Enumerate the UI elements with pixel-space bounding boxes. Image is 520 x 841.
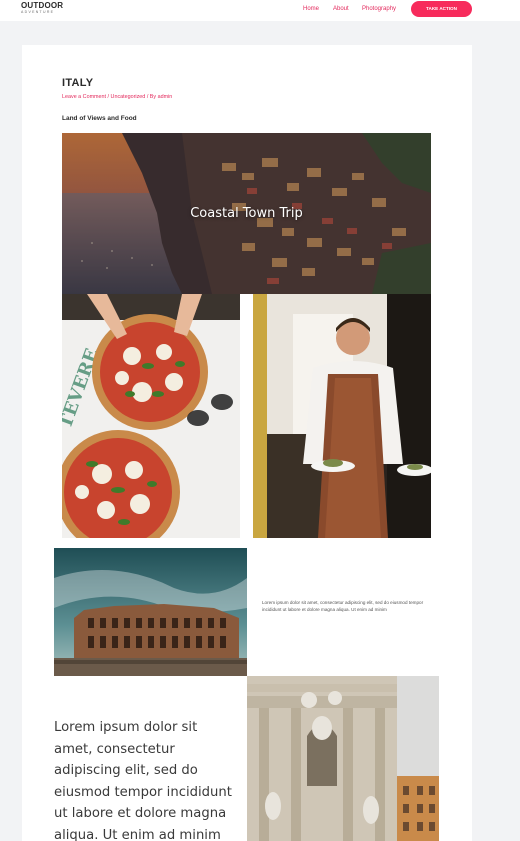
- hero-caption: Coastal Town Trip: [190, 206, 303, 221]
- author-link[interactable]: admin: [158, 94, 173, 100]
- site-header: OUTDOOR ADVENTURE Home About Photography…: [0, 0, 520, 21]
- nav-about-link[interactable]: About: [333, 0, 349, 20]
- meta-separator: /: [107, 94, 110, 100]
- large-paragraph: Lorem ipsum dolor sit amet, consectetur …: [54, 720, 232, 841]
- coastal-town-image: Coastal Town Trip: [62, 133, 431, 294]
- post-title: ITALY: [62, 77, 94, 89]
- site-logo[interactable]: OUTDOOR ADVENTURE: [21, 2, 81, 16]
- colosseum-image: [54, 548, 247, 676]
- small-paragraph: Lorem ipsum dolor sit amet, consectetur …: [262, 600, 424, 612]
- trevi-fountain-image: [247, 676, 439, 841]
- category-link[interactable]: Uncategorized: [111, 94, 146, 100]
- pizza-image: TEVERE: [62, 294, 240, 538]
- chef-image: [253, 294, 431, 538]
- meta-by: / By: [146, 94, 157, 100]
- post-subtitle: Land of Views and Food: [62, 115, 137, 122]
- logo-wordmark: OUTDOOR: [21, 1, 64, 10]
- post-meta: Leave a Comment / Uncategorized / By adm…: [62, 94, 172, 100]
- take-action-button[interactable]: TAKE ACTION: [411, 1, 472, 17]
- leave-comment-link[interactable]: Leave a Comment: [62, 94, 106, 100]
- logo-tagline: ADVENTURE: [21, 10, 55, 14]
- nav-photography-link[interactable]: Photography: [362, 0, 396, 20]
- nav-home-link[interactable]: Home: [303, 0, 319, 20]
